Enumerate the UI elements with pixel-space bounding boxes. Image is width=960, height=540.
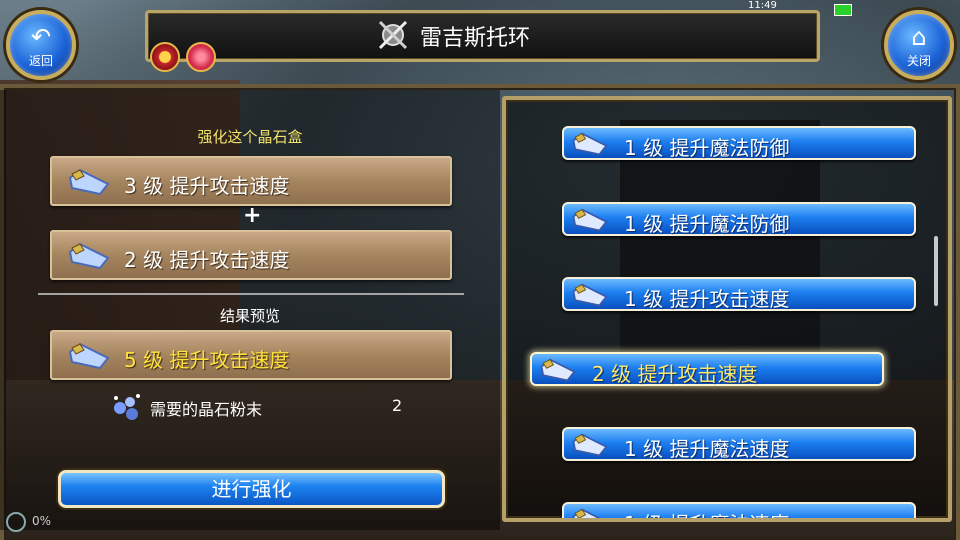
gift-icon[interactable] xyxy=(186,42,216,72)
close-button[interactable]: ⌂ 关闭 xyxy=(884,10,954,80)
crystal-list-item[interactable]: 1 级 提升魔法速度 xyxy=(562,502,916,518)
crystal-list-item[interactable]: 1 级 提升魔法速度 xyxy=(562,427,916,461)
dust-count: 2 xyxy=(392,396,403,415)
crystal-icon xyxy=(68,342,110,370)
close-button-label: 关闭 xyxy=(906,54,931,68)
result-crystal: 5 级 提升攻击速度 xyxy=(50,330,452,380)
page-title: 雷吉斯托环 xyxy=(420,26,531,51)
back-arrow-icon: ↶ xyxy=(30,23,52,51)
crystal-icon xyxy=(68,242,110,270)
enhance-button[interactable]: 进行强化 xyxy=(58,470,445,508)
crystal-list-item[interactable]: 1 级 提升魔法防御 xyxy=(562,126,916,160)
back-button[interactable]: ↶ 返回 xyxy=(6,10,76,80)
crystal-list-item[interactable]: 1 级 提升攻击速度 xyxy=(562,277,916,311)
input-crystal-1-label: 3 级 提升攻击速度 xyxy=(124,174,290,198)
crystal-list-panel[interactable]: 1 级 提升魔法防御 1 级 提升魔法防御 1 级 提升攻击速度 2 级 提升攻击速度… xyxy=(502,96,952,522)
crystal-list-item-label: 2 级 提升攻击速度 xyxy=(592,362,758,386)
crossed-swords-icon xyxy=(378,20,408,50)
crystal-list-item[interactable]: 2 级 提升攻击速度 xyxy=(530,352,884,386)
crystal-icon xyxy=(572,132,608,156)
crystal-icon xyxy=(572,208,608,232)
crystal-icon xyxy=(572,283,608,307)
crystal-list-item-label: 1 级 提升攻击速度 xyxy=(624,287,790,311)
input-crystal-2[interactable]: 2 级 提升攻击速度 xyxy=(50,230,452,280)
home-icon: ⌂ xyxy=(911,23,927,51)
input-crystal-2-label: 2 级 提升攻击速度 xyxy=(124,248,290,272)
crystal-list-item-label: 1 级 提升魔法防御 xyxy=(624,136,790,160)
crystal-icon xyxy=(572,433,608,457)
crystal-icon xyxy=(540,358,576,382)
top-bar: 208 300 雷吉斯托环 11:49 ↶ 返回 ⌂ 关闭 xyxy=(0,0,960,90)
crystal-list-item[interactable]: 1 级 提升魔法防御 xyxy=(562,202,916,236)
crystal-list-item-label: 1 级 提升魔法防御 xyxy=(624,212,790,236)
plus-sign: + xyxy=(243,203,262,228)
dust-label: 需要的晶石粉末 xyxy=(150,400,263,419)
medal-icon[interactable] xyxy=(150,42,180,72)
crystal-list-item-label: 1 级 提升魔法速度 xyxy=(624,437,790,461)
enhance-heading: 强化这个晶石盒 xyxy=(197,128,303,146)
crystal-dust-icon xyxy=(114,394,140,420)
crystal-icon xyxy=(572,508,601,518)
divider xyxy=(38,293,464,295)
crystal-icon xyxy=(68,168,110,196)
loading-icon xyxy=(6,512,26,532)
dust-requirement: 需要的晶石粉末 2 xyxy=(108,392,408,422)
input-crystal-1[interactable]: 3 级 提升攻击速度 xyxy=(50,156,452,206)
preview-heading: 结果预览 xyxy=(219,307,280,325)
crystal-list-item-label: 1 级 提升魔法速度 xyxy=(624,508,789,518)
list-scrollbar[interactable] xyxy=(934,236,938,306)
back-button-label: 返回 xyxy=(28,54,53,68)
battery-icon xyxy=(834,4,852,16)
loading-percent: 0% xyxy=(32,514,52,528)
result-crystal-label: 5 级 提升攻击速度 xyxy=(124,348,290,372)
